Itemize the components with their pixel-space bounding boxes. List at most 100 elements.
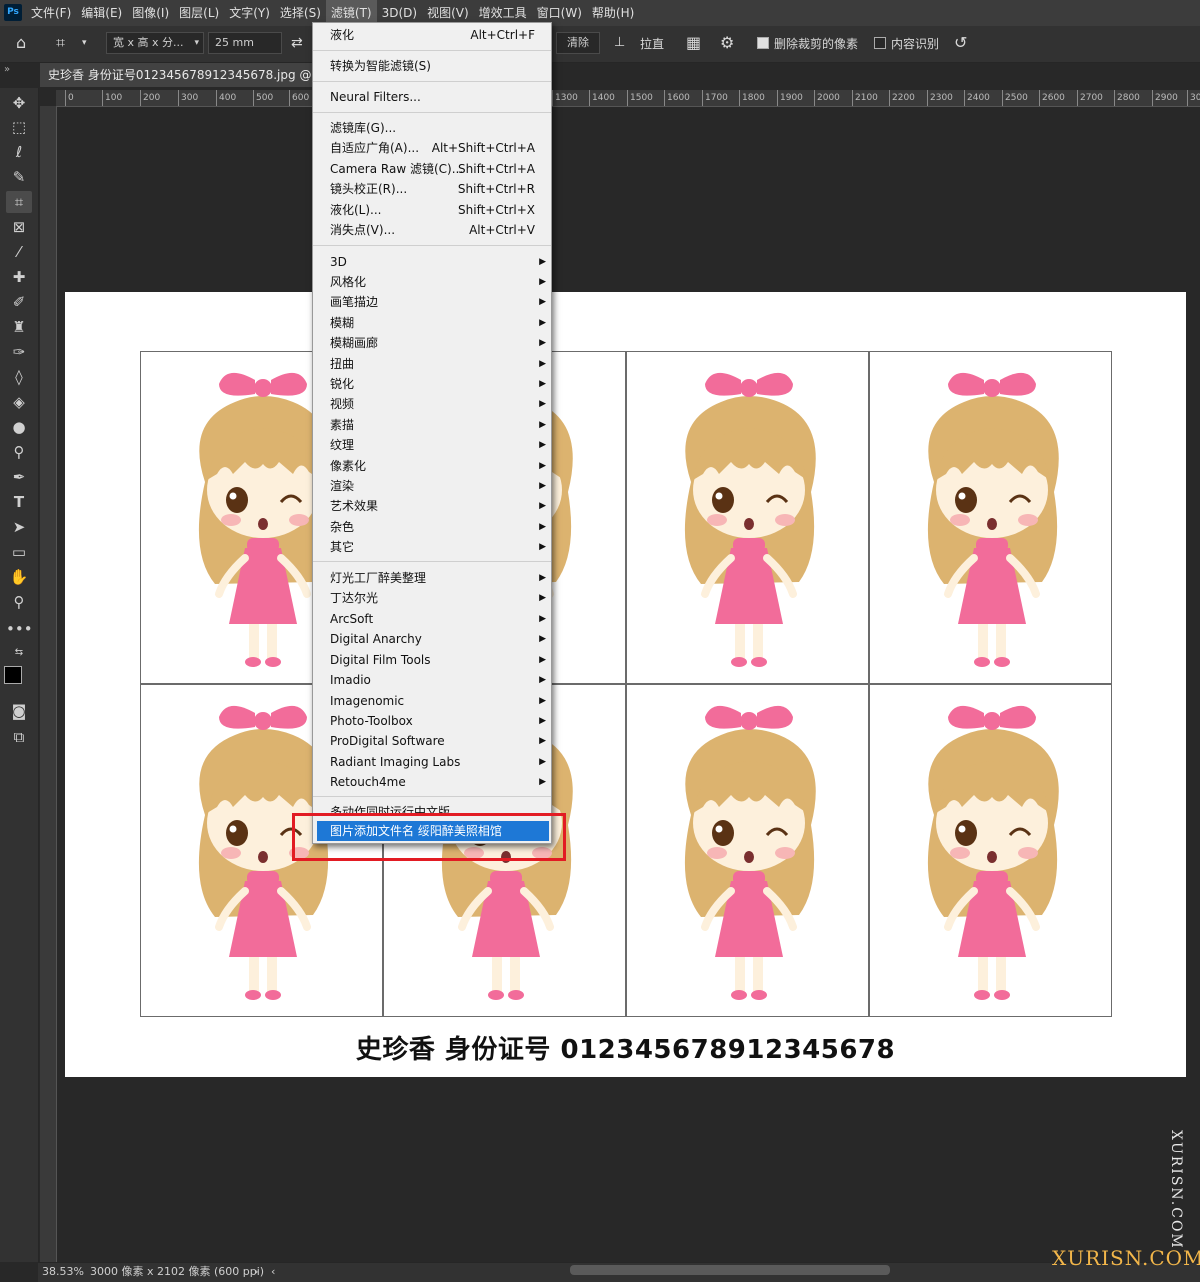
grid-overlay-icon[interactable]: ▦ bbox=[686, 32, 701, 54]
crop-tool-icon[interactable]: ⌗ bbox=[6, 191, 32, 213]
clear-button[interactable]: 清除 bbox=[556, 32, 600, 54]
menu-image[interactable]: 图像(I) bbox=[127, 0, 174, 26]
menu-edit[interactable]: 编辑(E) bbox=[76, 0, 127, 26]
submenu-plugin-retouch4me[interactable]: Retouch4me ▶ bbox=[313, 772, 551, 792]
submenu-arrow-icon: ▶ bbox=[539, 736, 546, 746]
submenu-plugin-prodigital[interactable]: ProDigital Software ▶ bbox=[313, 731, 551, 751]
pen-tool-icon[interactable]: ✒ bbox=[6, 466, 32, 488]
document-tab[interactable]: 史珍香 身份证号012345678912345678.jpg @ 38.5% bbox=[40, 63, 312, 87]
eyedropper-tool-icon[interactable]: ⁄ bbox=[6, 241, 32, 263]
stamp-tool-icon[interactable]: ♜ bbox=[6, 316, 32, 338]
zoom-level[interactable]: 38.53% bbox=[42, 1263, 84, 1281]
submenu-video[interactable]: 视频 ▶ bbox=[313, 394, 551, 414]
submenu-blur-gallery[interactable]: 模糊画廊 ▶ bbox=[313, 333, 551, 353]
submenu-artistic[interactable]: 艺术效果 ▶ bbox=[313, 496, 551, 516]
delete-cropped-checkbox[interactable]: 删除裁剪的像素 bbox=[757, 35, 858, 52]
paint-bucket-tool-icon[interactable]: ◈ bbox=[6, 391, 32, 413]
submenu-pixelate[interactable]: 像素化 ▶ bbox=[313, 456, 551, 476]
history-brush-tool-icon[interactable]: ✑ bbox=[6, 341, 32, 363]
menu-item-neural-filters[interactable]: Neural Filters... bbox=[313, 87, 551, 107]
home-icon[interactable]: ⌂ bbox=[16, 32, 26, 54]
submenu-plugin-photo-toolbox[interactable]: Photo-Toolbox ▶ bbox=[313, 711, 551, 731]
zoom-tool-icon[interactable]: ⚲ bbox=[6, 591, 32, 613]
submenu-plugin-digital-anarchy[interactable]: Digital Anarchy ▶ bbox=[313, 629, 551, 649]
chevron-down-icon[interactable]: ▾ bbox=[82, 32, 87, 54]
menu-divider bbox=[313, 245, 551, 246]
submenu-plugin-digital-film-tools[interactable]: Digital Film Tools ▶ bbox=[313, 650, 551, 670]
document-canvas[interactable]: 史珍香 身份证号 012345678912345678 bbox=[65, 292, 1186, 1077]
submenu-plugin-light-factory[interactable]: 灯光工厂醉美整理 ▶ bbox=[313, 568, 551, 588]
dodge-tool-icon[interactable]: ⚲ bbox=[6, 441, 32, 463]
menu-file[interactable]: 文件(F) bbox=[26, 0, 76, 26]
collapse-panel-icon[interactable]: » bbox=[4, 64, 10, 75]
chevron-left-icon[interactable]: ‹ bbox=[271, 1263, 275, 1281]
menu-item-convert-smart-filter[interactable]: 转换为智能滤镜(S) bbox=[313, 56, 551, 76]
hand-tool-icon[interactable]: ✋ bbox=[6, 566, 32, 588]
quick-select-tool-icon[interactable]: ✎ bbox=[6, 166, 32, 188]
width-input[interactable]: 25 mm bbox=[208, 32, 282, 54]
submenu-arrow-icon: ▶ bbox=[539, 593, 546, 603]
move-tool-icon[interactable]: ✥ bbox=[6, 92, 32, 114]
menu-item-label: 扭曲 bbox=[330, 357, 355, 371]
menu-item-label: Digital Anarchy bbox=[330, 632, 422, 646]
menu-item-camera-raw[interactable]: Camera Raw 滤镜(C)... Shift+Ctrl+A bbox=[313, 159, 551, 179]
submenu-3d[interactable]: 3D ▶ bbox=[313, 252, 551, 272]
menu-type[interactable]: 文字(Y) bbox=[224, 0, 275, 26]
lasso-tool-icon[interactable]: ℓ bbox=[6, 141, 32, 163]
submenu-plugin-tyndall[interactable]: 丁达尔光 ▶ bbox=[313, 588, 551, 608]
submenu-brush-strokes[interactable]: 画笔描边 ▶ bbox=[313, 292, 551, 312]
menu-item-liquify[interactable]: 液化(L)... Shift+Ctrl+X bbox=[313, 200, 551, 220]
submenu-sharpen[interactable]: 锐化 ▶ bbox=[313, 374, 551, 394]
submenu-arrow-icon: ▶ bbox=[539, 501, 546, 511]
marquee-tool-icon[interactable]: ⬚ bbox=[6, 116, 32, 138]
submenu-blur[interactable]: 模糊 ▶ bbox=[313, 313, 551, 333]
rectangle-tool-icon[interactable]: ▭ bbox=[6, 541, 32, 563]
frame-tool-icon[interactable]: ⊠ bbox=[6, 216, 32, 238]
content-aware-checkbox[interactable]: 内容识别 bbox=[874, 35, 939, 52]
submenu-render[interactable]: 渲染 ▶ bbox=[313, 476, 551, 496]
gear-icon[interactable]: ⚙ bbox=[720, 32, 734, 54]
menu-item-liquify-last[interactable]: 液化 Alt+Ctrl+F bbox=[313, 25, 551, 45]
straighten-label[interactable]: 拉直 bbox=[640, 35, 664, 52]
default-colors-icon[interactable]: ⇆ bbox=[6, 642, 32, 664]
swap-icon[interactable]: ⇄ bbox=[291, 32, 303, 54]
submenu-stylize[interactable]: 风格化 ▶ bbox=[313, 272, 551, 292]
straighten-icon[interactable]: ⊥ bbox=[614, 32, 625, 54]
foreground-color-swatch[interactable] bbox=[4, 666, 22, 684]
photo-cell bbox=[869, 684, 1112, 1017]
submenu-sketch[interactable]: 素描 ▶ bbox=[313, 415, 551, 435]
healing-brush-tool-icon[interactable]: ✚ bbox=[6, 266, 32, 288]
submenu-other[interactable]: 其它 ▶ bbox=[313, 537, 551, 557]
ruler-tick: 2100 bbox=[852, 90, 878, 106]
menu-item-adaptive-wide-angle[interactable]: 自适应广角(A)... Alt+Shift+Ctrl+A bbox=[313, 138, 551, 158]
menu-item-shortcut: Alt+Ctrl+F bbox=[470, 28, 535, 42]
reset-icon[interactable]: ↺ bbox=[954, 32, 967, 54]
ratio-select[interactable]: 宽 x 高 x 分... ▾ bbox=[106, 32, 204, 54]
horizontal-scrollbar[interactable] bbox=[570, 1265, 890, 1275]
eraser-tool-icon[interactable]: ◊ bbox=[6, 366, 32, 388]
submenu-plugin-arcsoft[interactable]: ArcSoft ▶ bbox=[313, 609, 551, 629]
menu-help[interactable]: 帮助(H) bbox=[587, 0, 639, 26]
brush-tool-icon[interactable]: ✐ bbox=[6, 291, 32, 313]
chevron-right-icon[interactable]: › bbox=[254, 1263, 258, 1281]
type-tool-icon[interactable]: T bbox=[6, 491, 32, 513]
menu-item-lens-correction[interactable]: 镜头校正(R)... Shift+Ctrl+R bbox=[313, 179, 551, 199]
submenu-plugin-imadio[interactable]: Imadio ▶ bbox=[313, 670, 551, 690]
menu-item-shortcut: Shift+Ctrl+A bbox=[458, 162, 535, 176]
screen-mode-icon[interactable]: ⧉ bbox=[6, 726, 32, 748]
more-tools-icon[interactable]: ••• bbox=[6, 618, 33, 640]
submenu-distort[interactable]: 扭曲 ▶ bbox=[313, 354, 551, 374]
path-select-tool-icon[interactable]: ➤ bbox=[6, 516, 32, 538]
submenu-noise[interactable]: 杂色 ▶ bbox=[313, 517, 551, 537]
submenu-plugin-radiant[interactable]: Radiant Imaging Labs ▶ bbox=[313, 752, 551, 772]
menu-item-filter-gallery[interactable]: 滤镜库(G)... bbox=[313, 118, 551, 138]
menu-layer[interactable]: 图层(L) bbox=[174, 0, 224, 26]
submenu-plugin-imagenomic[interactable]: Imagenomic ▶ bbox=[313, 691, 551, 711]
ruler-tick: 2200 bbox=[889, 90, 915, 106]
crop-tool-icon[interactable]: ⌗ bbox=[56, 32, 65, 54]
quick-mask-icon[interactable]: ◙ bbox=[6, 700, 32, 722]
blur-tool-icon[interactable]: ● bbox=[6, 416, 32, 438]
ruler-tick: 200 bbox=[139, 90, 161, 106]
menu-item-vanishing-point[interactable]: 消失点(V)... Alt+Ctrl+V bbox=[313, 220, 551, 240]
submenu-texture[interactable]: 纹理 ▶ bbox=[313, 435, 551, 455]
